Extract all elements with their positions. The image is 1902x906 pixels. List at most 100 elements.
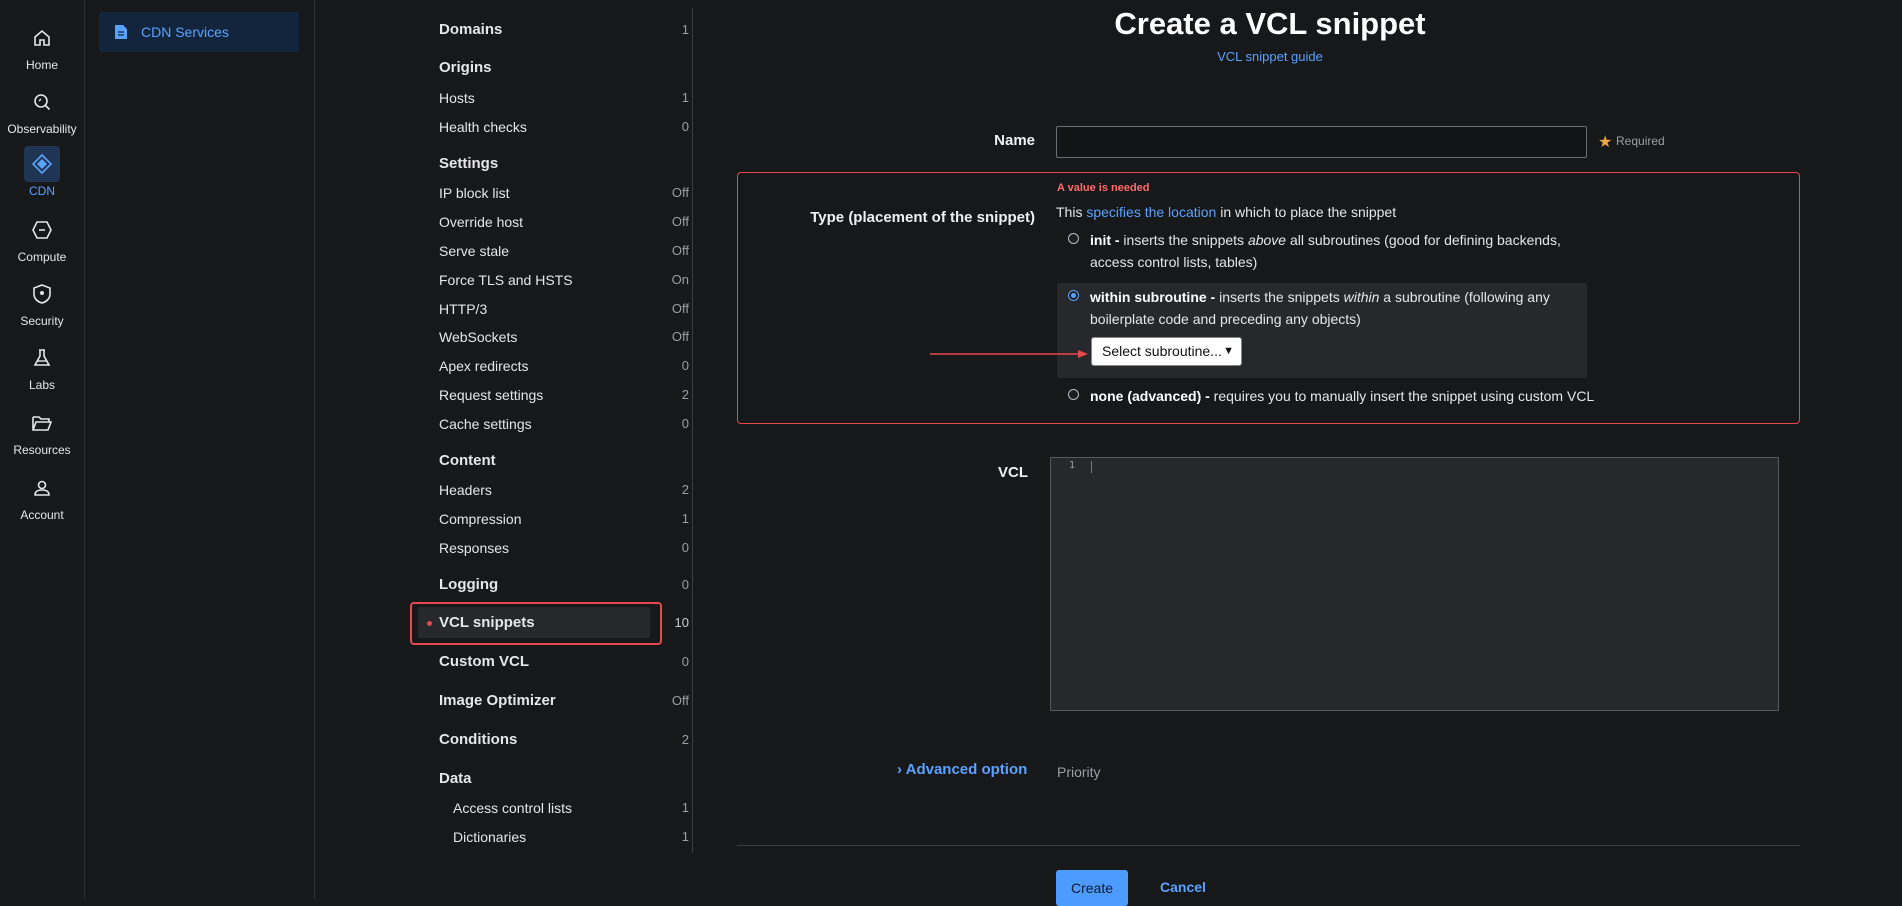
nav-label: Hosts	[439, 90, 475, 106]
nav-count: 1	[681, 90, 689, 105]
cdn-diamond-icon	[24, 146, 60, 182]
compute-icon	[24, 212, 60, 248]
nav-count: 1	[681, 829, 689, 844]
nav-count: 1	[681, 22, 689, 37]
red-arrow-annotation	[930, 350, 1088, 358]
vcl-code-editor[interactable]: 1	[1050, 457, 1779, 711]
form-divider	[737, 845, 1800, 846]
option-within-text: within subroutine - inserts the snippets…	[1090, 286, 1550, 330]
priority-label: Priority	[1057, 764, 1101, 780]
option-text: inserts the snippets	[1119, 232, 1248, 248]
home-icon	[24, 20, 60, 56]
error-message: A value is needed	[1057, 182, 1150, 194]
rail-label: Security	[20, 314, 64, 328]
required-star-icon: ★	[1598, 134, 1613, 151]
option-none-text: none (advanced) - requires you to manual…	[1090, 385, 1594, 407]
rail-label: Compute	[17, 250, 67, 264]
type-desc-text: This	[1056, 204, 1087, 220]
nav-label: VCL snippets	[439, 614, 535, 631]
option-init-title: init -	[1090, 232, 1120, 248]
option-text: inserts the snippets	[1215, 289, 1344, 305]
nav-label: Access control lists	[453, 800, 573, 816]
name-input[interactable]	[1056, 126, 1587, 158]
rail-label: Observability	[7, 122, 77, 136]
nav-label: Settings	[439, 155, 499, 172]
option-none-title: none (advanced) -	[1090, 388, 1210, 404]
nav-label: Data	[439, 770, 472, 787]
rail-observability[interactable]: Observability	[0, 84, 84, 144]
cdn-services-item[interactable]: CDN Services	[99, 12, 299, 52]
rail-label: Home	[25, 58, 58, 72]
rail-security[interactable]: Security	[0, 276, 84, 336]
line-number: 1	[1069, 460, 1076, 471]
active-dot	[427, 621, 432, 626]
document-icon	[115, 25, 127, 39]
nav-count: 1	[681, 511, 689, 526]
vcl-snippet-guide-link[interactable]: VCL snippet guide	[1000, 49, 1540, 64]
option-text: boilerplate code and preceding any objec…	[1090, 311, 1361, 327]
option-emphasis: within	[1343, 289, 1380, 305]
nav-count: 2	[681, 732, 689, 747]
nav-count: 1	[681, 800, 689, 815]
rail-resources[interactable]: Resources	[0, 405, 84, 465]
chevron-right-icon: ›	[897, 761, 902, 778]
rail-labs[interactable]: Labs	[0, 340, 84, 400]
radio-none[interactable]	[1068, 389, 1079, 400]
nav-label: Conditions	[439, 731, 518, 748]
cancel-button[interactable]: Cancel	[1160, 879, 1206, 895]
required-text: Required	[1616, 134, 1665, 148]
nav-label: Image Optimizer	[439, 692, 556, 709]
services-panel: CDN Services	[85, 0, 315, 899]
type-label: Type (placement of the snippet)	[810, 209, 1035, 226]
type-description: This specifies the location in which to …	[1056, 204, 1396, 220]
advanced-option-label: Advanced option	[905, 761, 1028, 778]
rail-home[interactable]: Home	[0, 20, 84, 80]
rail-cdn[interactable]: CDN	[0, 146, 84, 206]
nav-label: Request settings	[439, 387, 544, 403]
nav-count: 0	[681, 654, 689, 669]
rail-label: Resources	[13, 443, 71, 457]
advanced-option-toggle[interactable]: › Advanced option	[897, 761, 1027, 778]
rail-label: CDN	[29, 184, 55, 198]
editor-gutter: 1	[1051, 458, 1091, 710]
nav-count: Off	[671, 243, 689, 258]
type-desc-text: in which to place the snippet	[1216, 204, 1397, 220]
nav-count: 0	[681, 416, 689, 431]
nav-label: Origins	[439, 59, 492, 76]
specifies-location-link[interactable]: specifies the location	[1086, 204, 1216, 220]
option-text: access control lists, tables)	[1090, 254, 1258, 270]
chevron-down-icon: ▼	[1223, 345, 1234, 357]
create-button[interactable]: Create	[1056, 870, 1128, 906]
nav-label: Cache settings	[439, 416, 532, 432]
nav-label: Apex redirects	[439, 358, 529, 374]
radio-init[interactable]	[1068, 233, 1079, 244]
nav-count: 0	[681, 577, 689, 592]
radio-within-subroutine[interactable]	[1068, 290, 1079, 301]
subroutine-select[interactable]: Select subroutine... ▼	[1091, 337, 1242, 366]
nav-count: On	[671, 272, 689, 287]
nav-label: Custom VCL	[439, 653, 529, 670]
flask-icon	[24, 340, 60, 376]
rail-label: Labs	[28, 378, 56, 392]
name-label: Name	[994, 132, 1035, 149]
nav-label: Dictionaries	[453, 829, 527, 845]
option-text: all subroutines (good for defining backe…	[1286, 232, 1561, 248]
nav-count: 2	[681, 387, 689, 402]
rail-compute[interactable]: Compute	[0, 212, 84, 272]
nav-label: Domains	[439, 21, 503, 38]
magnifier-icon	[24, 84, 60, 120]
nav-count: Off	[671, 693, 689, 708]
person-icon	[24, 470, 60, 506]
nav-label: Compression	[439, 511, 522, 527]
nav-count: Off	[671, 185, 689, 200]
nav-count: Off	[671, 214, 689, 229]
nav-count: 0	[681, 540, 689, 555]
vcl-label: VCL	[998, 464, 1028, 481]
rail-account[interactable]: Account	[0, 470, 84, 530]
nav-label: Force TLS and HSTS	[439, 272, 573, 288]
nav-label: Headers	[439, 482, 492, 498]
nav-count: 0	[681, 119, 689, 134]
select-value: Select subroutine...	[1102, 343, 1222, 359]
nav-label: Health checks	[439, 119, 527, 135]
nav-label: IP block list	[439, 185, 510, 201]
